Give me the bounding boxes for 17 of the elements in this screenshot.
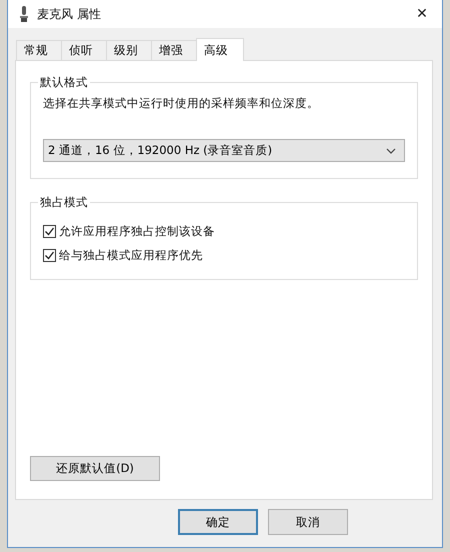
chevron-down-icon [386,148,396,154]
dialog-button[interactable]: 确定 [178,509,258,535]
description-text: 选择在共享模式中运行时使用的采样频率和位深度。 [43,96,320,111]
dialog-button[interactable]: 取消 [268,509,348,535]
tab[interactable]: 常规 [16,40,62,60]
group-title: 默认格式 [39,75,89,90]
checkbox[interactable] [43,225,56,238]
group-title: 独占模式 [39,195,89,210]
restore-defaults-button[interactable]: 还原默认值(D) [30,456,160,481]
close-button[interactable]: ✕ [402,0,442,28]
checkbox-label[interactable]: 允许应用程序独占控制该设备 [59,224,215,239]
checkbox[interactable] [43,249,56,262]
checkbox-label[interactable]: 给与独占模式应用程序优先 [59,248,203,263]
window-title: 麦克风 属性 [37,6,102,22]
tab[interactable]: 高级 [196,38,244,61]
format-dropdown[interactable]: 2 通道，16 位，192000 Hz (录音室音质) [43,139,405,162]
microphone-icon [20,6,28,22]
